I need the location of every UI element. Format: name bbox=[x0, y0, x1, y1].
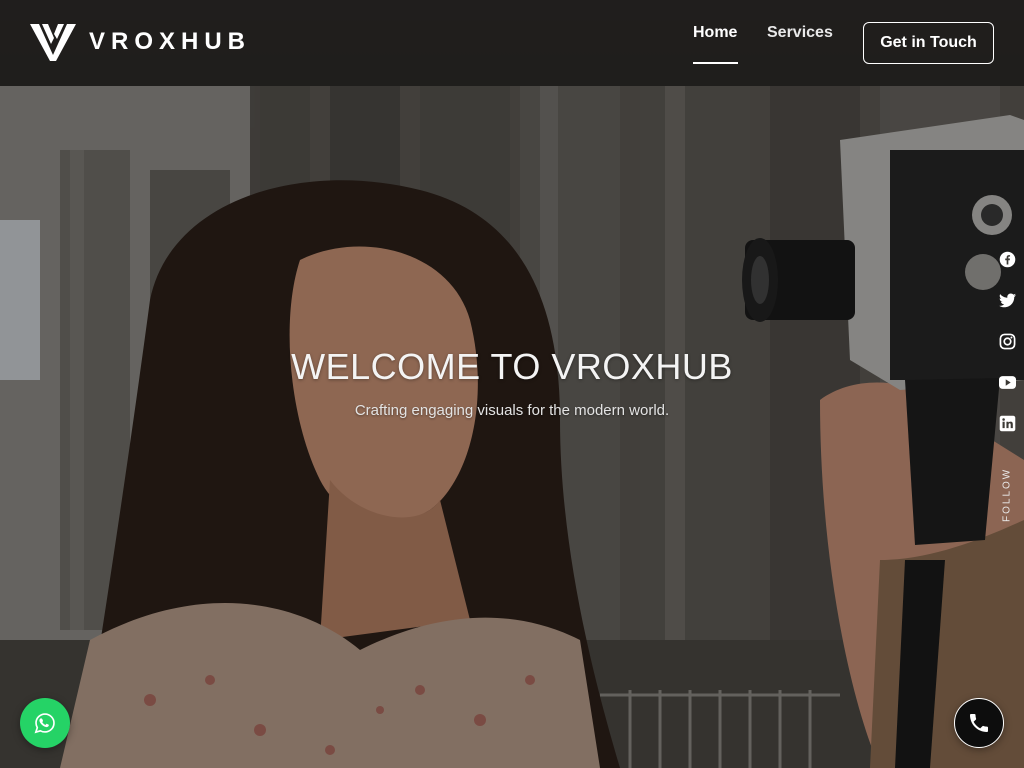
brand[interactable]: VROXHUB bbox=[30, 22, 251, 62]
call-button[interactable] bbox=[954, 698, 1004, 748]
v-monogram-logo-icon bbox=[30, 24, 76, 61]
youtube-link[interactable] bbox=[994, 369, 1020, 395]
site-header: VROXHUB Home Services Get in Touch bbox=[0, 0, 1024, 86]
nav-services-link[interactable]: Services bbox=[767, 24, 833, 42]
instagram-link[interactable] bbox=[994, 328, 1020, 354]
whatsapp-icon bbox=[34, 713, 55, 734]
twitter-icon bbox=[998, 292, 1016, 307]
linkedin-icon bbox=[999, 415, 1015, 431]
youtube-icon bbox=[998, 375, 1016, 389]
instagram-icon bbox=[999, 333, 1015, 349]
linkedin-link[interactable] bbox=[994, 410, 1020, 436]
hero-title: WELCOME TO VROXHUB bbox=[291, 346, 733, 387]
get-in-touch-button[interactable]: Get in Touch bbox=[863, 22, 994, 64]
hero-subtitle: Crafting engaging visuals for the modern… bbox=[354, 402, 670, 419]
phone-icon bbox=[970, 714, 988, 732]
nav-active-indicator bbox=[693, 62, 738, 64]
twitter-link[interactable] bbox=[994, 287, 1020, 313]
nav-home-link[interactable]: Home bbox=[693, 24, 737, 42]
facebook-icon bbox=[999, 251, 1015, 267]
follow-label: FOLLOW bbox=[1001, 467, 1013, 522]
whatsapp-button[interactable] bbox=[20, 698, 70, 748]
facebook-link[interactable] bbox=[994, 246, 1020, 272]
brand-name: VROXHUB bbox=[89, 28, 252, 55]
